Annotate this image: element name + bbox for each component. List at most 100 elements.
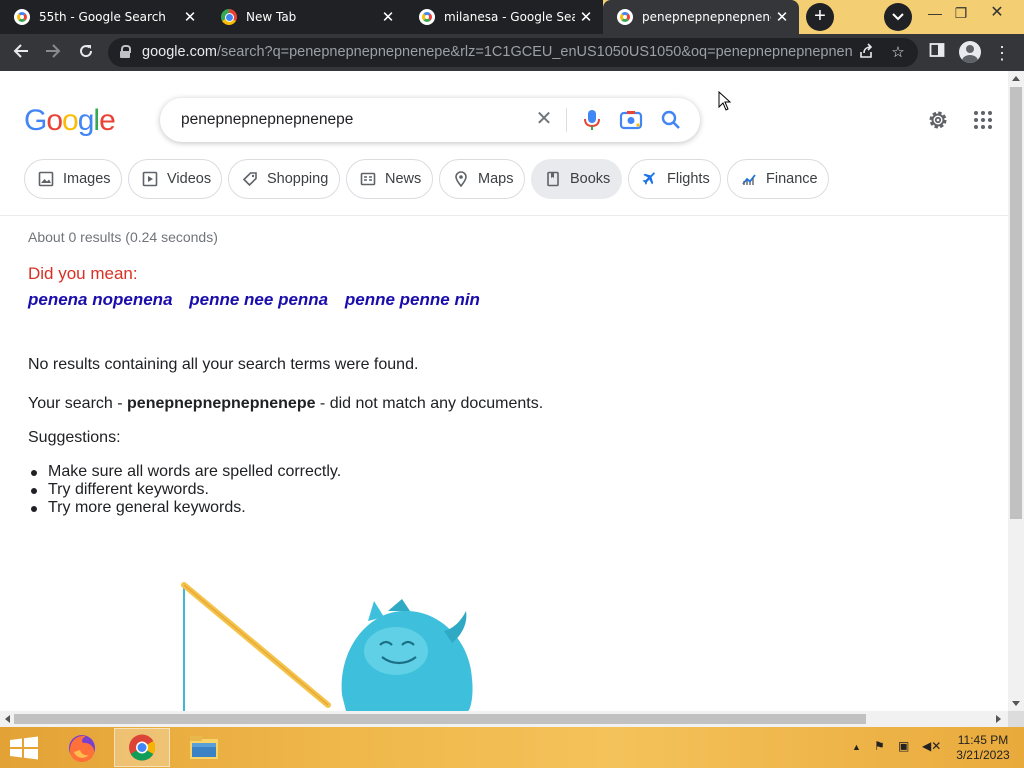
finance-icon: [740, 170, 758, 188]
scroll-right-arrow-icon[interactable]: [996, 715, 1001, 723]
tab-55th-search[interactable]: 55th - Google Search ✕: [0, 0, 207, 34]
vertical-scrollbar[interactable]: [1008, 71, 1024, 711]
logo-letter: G: [24, 104, 47, 137]
tab-search-button[interactable]: [884, 3, 912, 31]
spelling-suggestion-link[interactable]: penena nopenena: [28, 290, 173, 309]
kebab-menu-icon[interactable]: ⋮: [991, 42, 1013, 64]
new-tab-button[interactable]: +: [806, 3, 834, 31]
system-clock[interactable]: 11:45 PM 3/21/2023: [952, 733, 1014, 763]
google-g-icon: [617, 9, 633, 25]
tab-strip: 55th - Google Search ✕ New Tab ✕ milanes…: [0, 0, 1024, 34]
firefox-icon: [69, 735, 95, 762]
chip-label: News: [385, 171, 422, 187]
chip-label: Flights: [667, 171, 710, 187]
arrow-left-icon: [13, 44, 28, 58]
arrow-right-icon: [46, 44, 61, 58]
spelling-suggestion-link[interactable]: penne penne nin: [345, 290, 480, 309]
share-icon[interactable]: [856, 43, 876, 63]
scroll-down-arrow-icon[interactable]: [1012, 701, 1020, 706]
scroll-up-arrow-icon[interactable]: [1012, 76, 1020, 81]
did-you-mean-label: Did you mean:: [28, 264, 138, 283]
url-text[interactable]: google.com/search?q=penepnepnepnepnenepe…: [142, 44, 852, 60]
bookmark-star-icon[interactable]: ☆: [888, 43, 908, 63]
logo-letter: o: [46, 104, 63, 137]
chip-label: Books: [570, 171, 611, 187]
horizontal-scroll-thumb[interactable]: [14, 714, 866, 724]
close-tab-icon[interactable]: ✕: [575, 8, 597, 26]
video-icon: [141, 170, 159, 188]
chrome-icon: [129, 734, 156, 761]
network-icon[interactable]: ▣: [898, 739, 909, 753]
close-tab-icon[interactable]: ✕: [377, 8, 399, 26]
plane-icon: [641, 170, 659, 188]
profile-avatar-icon[interactable]: [959, 41, 981, 63]
side-panel-icon[interactable]: [926, 42, 948, 64]
browser-toolbar: google.com/search?q=penepnepnepnepnenepe…: [0, 34, 1024, 71]
show-hidden-icons-icon[interactable]: ▲: [852, 742, 861, 752]
windows-taskbar: ▲ ⚑ ▣ ◀✕ 11:45 PM 3/21/2023: [0, 727, 1024, 768]
forward-button[interactable]: [40, 40, 66, 66]
chip-flights[interactable]: Flights: [628, 159, 721, 199]
volume-muted-icon[interactable]: ◀✕: [922, 739, 941, 753]
horizontal-scrollbar[interactable]: [0, 711, 1008, 727]
close-tab-icon[interactable]: ✕: [771, 8, 793, 26]
google-lens-icon[interactable]: [619, 108, 643, 132]
reload-button[interactable]: [73, 40, 99, 66]
no-results-message: No results containing all your search te…: [28, 356, 419, 373]
reload-icon: [80, 45, 93, 58]
tab-milanesa-search[interactable]: milanesa - Google Search ✕: [405, 0, 603, 34]
logo-letter: g: [77, 104, 95, 137]
taskbar-firefox[interactable]: [54, 728, 110, 767]
action-center-flag-icon[interactable]: ⚑: [874, 739, 885, 753]
close-tab-icon[interactable]: ✕: [179, 8, 201, 26]
search-divider: [566, 108, 567, 132]
logo-letter: e: [99, 104, 116, 137]
google-g-icon: [419, 9, 435, 25]
suggestion-item: Try more general keywords.: [30, 499, 341, 517]
clear-search-icon[interactable]: ✕: [532, 107, 556, 131]
settings-gear-icon[interactable]: [926, 108, 950, 132]
chip-finance[interactable]: Finance: [727, 159, 829, 199]
address-bar[interactable]: google.com/search?q=penepnepnepnepnenepe…: [108, 38, 918, 67]
chrome-icon: [221, 9, 237, 25]
scrollbar-corner: [1008, 711, 1024, 727]
lock-icon[interactable]: [120, 45, 131, 58]
windows-start-icon[interactable]: [8, 736, 40, 760]
restore-button[interactable]: ❐: [946, 2, 976, 24]
tag-icon: [241, 170, 259, 188]
suggestions-list: Make sure all words are spelled correctl…: [30, 463, 342, 517]
chip-images[interactable]: Images: [24, 159, 122, 199]
clock-time: 11:45 PM: [957, 733, 1009, 747]
microphone-icon[interactable]: [581, 108, 603, 132]
fishing-monster-illustration: [181, 582, 473, 711]
suggestion-item: Make sure all words are spelled correctl…: [30, 463, 342, 480]
google-apps-icon[interactable]: [974, 111, 994, 131]
search-box[interactable]: penepnepnepnepnenepe ✕: [160, 98, 700, 142]
taskbar-file-explorer[interactable]: [176, 728, 232, 767]
result-stats: About 0 results (0.24 seconds): [28, 229, 218, 245]
vertical-scroll-thumb[interactable]: [1010, 87, 1022, 519]
logo-letter: o: [62, 104, 79, 137]
google-logo[interactable]: Google: [24, 104, 116, 138]
tab-title: milanesa - Google Search: [444, 10, 575, 24]
scroll-left-arrow-icon[interactable]: [5, 715, 10, 723]
tab-current-search[interactable]: penepnepnepnepnenepe - Google Search ✕: [603, 0, 799, 34]
window-close-button[interactable]: ✕: [982, 2, 1012, 24]
tab-title: New Tab: [246, 10, 297, 24]
suggestion-item: Try different keywords.: [30, 481, 341, 499]
no-match-query: penepnepnepnepnenepe: [127, 395, 316, 412]
chip-books[interactable]: Books: [531, 159, 622, 199]
search-icon[interactable]: [659, 108, 683, 132]
search-input[interactable]: penepnepnepnepnenepe: [181, 111, 353, 129]
tab-title: 55th - Google Search: [39, 10, 166, 24]
spelling-suggestion-link[interactable]: penne nee penna: [189, 290, 328, 309]
tab-new-tab[interactable]: New Tab ✕: [207, 0, 405, 34]
image-icon: [37, 170, 55, 188]
no-match-prefix: Your search -: [28, 395, 128, 412]
taskbar-chrome[interactable]: [114, 728, 170, 767]
back-button[interactable]: [8, 40, 34, 66]
chip-videos[interactable]: Videos: [128, 159, 222, 199]
chip-shopping[interactable]: Shopping: [228, 159, 340, 199]
chip-news[interactable]: News: [346, 159, 433, 199]
chip-maps[interactable]: Maps: [439, 159, 525, 199]
